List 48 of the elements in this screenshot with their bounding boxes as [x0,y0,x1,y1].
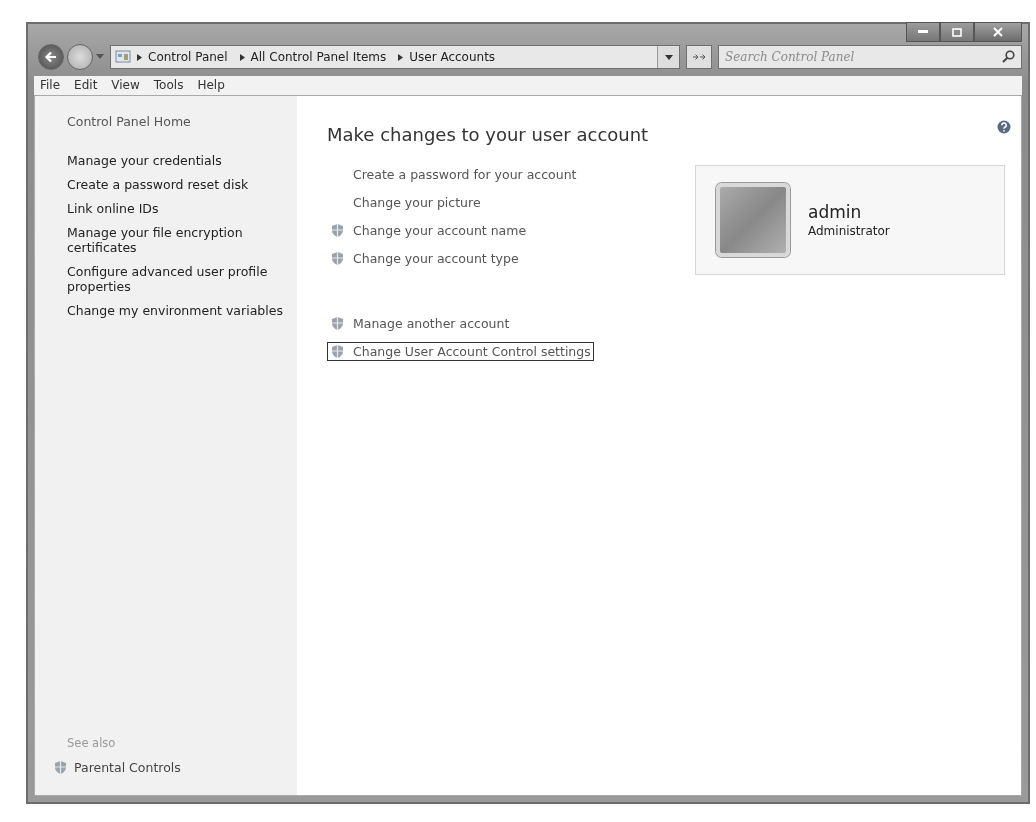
control-panel-home-link[interactable]: Control Panel Home [67,114,283,129]
task-link[interactable]: Manage another account [327,314,594,333]
task-link[interactable]: Change your picture [350,193,594,212]
address-bar[interactable]: Control Panel All Control Panel Items User Accounts [110,45,680,69]
breadcrumb-item[interactable]: User Accounts [409,50,496,64]
minimize-icon [918,30,928,34]
task-link[interactable]: Change your account type [327,249,594,268]
see-also-link[interactable]: Parental Controls [53,760,283,775]
minimize-button[interactable] [906,22,940,42]
sidebar-link[interactable]: Change my environment variables [67,303,283,318]
maximize-icon [952,27,962,37]
forward-button[interactable] [67,44,93,70]
control-panel-icon [115,50,131,64]
see-also-heading: See also [67,736,117,750]
menu-item[interactable]: File [40,78,61,92]
task-link[interactable]: Create a password for your account [350,165,594,184]
maximize-button[interactable] [940,22,974,42]
chevron-icon[interactable] [137,53,142,61]
account-name: admin [808,202,863,222]
sidebar-link[interactable]: Create a password reset disk [67,177,283,192]
caret-icon [664,54,673,60]
breadcrumb-item[interactable]: All Control Panel Items [250,50,387,64]
menu-item[interactable]: Tools [153,78,184,92]
close-icon [993,27,1003,37]
menu-item[interactable]: Help [197,78,225,92]
page-heading: Make changes to your user account [327,124,649,145]
refresh-arrows-icon [692,52,706,62]
task-link[interactable]: Change User Account Control settings [327,342,594,361]
menu-item[interactable]: View [111,78,140,92]
sidebar-link[interactable]: Configure advanced user profile properties [67,264,283,294]
search-icon [1002,50,1015,63]
chevron-icon[interactable] [398,53,404,61]
account-type: Administrator [808,224,890,238]
refresh-button[interactable] [686,45,712,69]
close-button[interactable] [974,22,1022,42]
chevron-icon[interactable] [239,53,245,61]
sidebar-link[interactable]: Link online IDs [67,201,283,216]
search-field[interactable]: Search Control Panel [718,45,1022,69]
help-icon[interactable] [997,120,1011,134]
sidebar-link[interactable]: Manage your file encryption certificates [67,225,283,255]
left-arrow-icon [44,50,58,64]
sidebar-link[interactable]: Manage your credentials [67,153,283,168]
back-button[interactable] [38,44,64,70]
address-dropdown-button[interactable] [657,46,679,68]
breadcrumb-item[interactable]: Control Panel [148,50,228,64]
dropdown-caret-icon[interactable] [96,54,104,60]
menu-item[interactable]: Edit [74,78,98,92]
task-link[interactable]: Change your account name [327,221,594,240]
